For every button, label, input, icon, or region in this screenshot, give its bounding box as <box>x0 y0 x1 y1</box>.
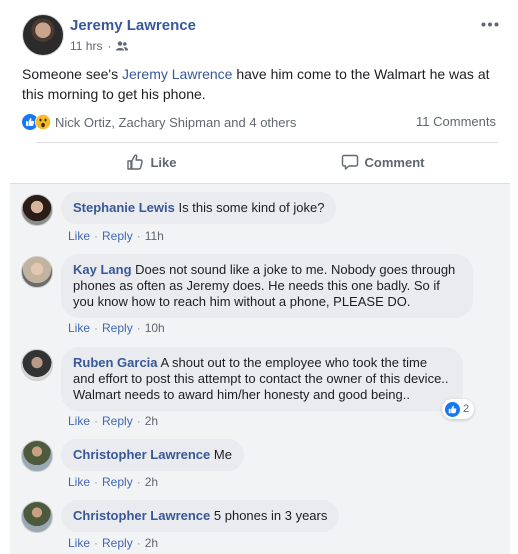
comment-text: Me <box>213 447 232 462</box>
comment-button[interactable]: Comment <box>267 144 498 180</box>
comment-bubble: Christopher Lawrence 5 phones in 3 years <box>61 500 340 532</box>
commenter-name[interactable]: Kay Lang <box>73 262 132 277</box>
post-card: Jeremy Lawrence 11 hrs · Someone see's J… <box>0 0 518 554</box>
separator-dot: · <box>136 414 141 428</box>
separator-dot: · <box>136 536 141 550</box>
friends-icon[interactable] <box>116 41 129 51</box>
post-author-name[interactable]: Jeremy Lawrence <box>70 17 196 34</box>
commenter-avatar[interactable] <box>21 256 53 288</box>
commenter-name[interactable]: Christopher Lawrence <box>73 447 210 462</box>
comment-reply-link[interactable]: Reply <box>102 321 133 335</box>
comment-bubble: Stephanie Lewis Is this some kind of jok… <box>61 192 337 224</box>
commenter-name[interactable]: Ruben Garcia <box>73 355 158 370</box>
separator-dot: · <box>94 321 99 335</box>
commenter-avatar[interactable] <box>21 440 53 472</box>
post-timestamp[interactable]: 11 hrs <box>70 39 102 53</box>
comment-bubble: Kay Lang Does not sound like a joke to m… <box>61 254 473 318</box>
divider <box>36 142 498 143</box>
separator-dot: · <box>94 536 99 550</box>
comment-reply-link[interactable]: Reply <box>102 229 133 243</box>
post-text: Someone see's Jeremy Lawrence have him c… <box>22 64 492 104</box>
comment-like-link[interactable]: Like <box>68 536 90 550</box>
commenter-name[interactable]: Christopher Lawrence <box>73 508 210 523</box>
wow-reaction-icon <box>35 114 51 130</box>
comment-button-label: Comment <box>364 154 425 170</box>
comment-text: 5 phones in 3 years <box>213 508 328 523</box>
comment-icon <box>341 154 358 170</box>
post-mention[interactable]: Jeremy Lawrence <box>122 66 233 82</box>
like-button-label: Like <box>150 154 177 170</box>
comment-like-link[interactable]: Like <box>68 229 90 243</box>
comment-actions: Like · Reply · 11h <box>68 229 164 243</box>
comment-likes-badge[interactable]: 2 <box>442 399 475 419</box>
comment-bubble: Christopher Lawrence Me <box>61 439 244 471</box>
reaction-names[interactable]: Nick Ortiz, Zachary Shipman and 4 others <box>55 115 296 130</box>
meta-separator: · <box>107 39 112 53</box>
separator-dot: · <box>136 229 141 243</box>
comment-like-link[interactable]: Like <box>68 321 90 335</box>
comment-time[interactable]: 11h <box>145 229 164 243</box>
commenter-name[interactable]: Stephanie Lewis <box>73 200 175 215</box>
separator-dot: · <box>94 475 99 489</box>
comment-text: Is this some kind of joke? <box>178 200 325 215</box>
post-meta: 11 hrs · <box>70 39 129 53</box>
like-reaction-icon <box>445 401 460 417</box>
thumbs-up-icon <box>127 154 144 170</box>
comment-actions: Like · Reply · 10h <box>68 321 165 335</box>
post-actions: Like Comment <box>36 144 498 180</box>
comment-actions: Like · Reply · 2h <box>68 475 158 489</box>
reactions-summary: Nick Ortiz, Zachary Shipman and 4 others… <box>22 112 496 132</box>
commenter-avatar[interactable] <box>21 501 53 533</box>
comment-reply-link[interactable]: Reply <box>102 414 133 428</box>
reaction-icons[interactable] <box>22 114 51 130</box>
more-options-icon[interactable] <box>478 14 502 34</box>
separator-dot: · <box>94 414 99 428</box>
comment-like-count: 2 <box>463 403 470 415</box>
separator-dot: · <box>136 475 141 489</box>
comment-time[interactable]: 10h <box>145 321 165 335</box>
comment-time[interactable]: 2h <box>145 414 158 428</box>
like-button[interactable]: Like <box>36 144 267 180</box>
comment-actions: Like · Reply · 2h <box>68 536 158 550</box>
comment-time[interactable]: 2h <box>145 536 158 550</box>
comments-section: Stephanie Lewis Is this some kind of jok… <box>10 183 510 554</box>
separator-dot: · <box>94 229 99 243</box>
commenter-avatar[interactable] <box>21 194 53 226</box>
comment-actions: Like · Reply · 2h <box>68 414 158 428</box>
separator-dot: · <box>136 321 141 335</box>
comment-like-link[interactable]: Like <box>68 475 90 489</box>
comment-reply-link[interactable]: Reply <box>102 475 133 489</box>
commenter-avatar[interactable] <box>21 349 53 381</box>
comment-time[interactable]: 2h <box>145 475 158 489</box>
comment-count[interactable]: 11 Comments <box>416 114 496 129</box>
comment-reply-link[interactable]: Reply <box>102 536 133 550</box>
comment-like-link[interactable]: Like <box>68 414 90 428</box>
post-text-start: Someone see's <box>22 66 122 82</box>
comment-bubble: Ruben Garcia A shout out to the employee… <box>61 347 463 411</box>
author-avatar[interactable] <box>22 14 64 56</box>
